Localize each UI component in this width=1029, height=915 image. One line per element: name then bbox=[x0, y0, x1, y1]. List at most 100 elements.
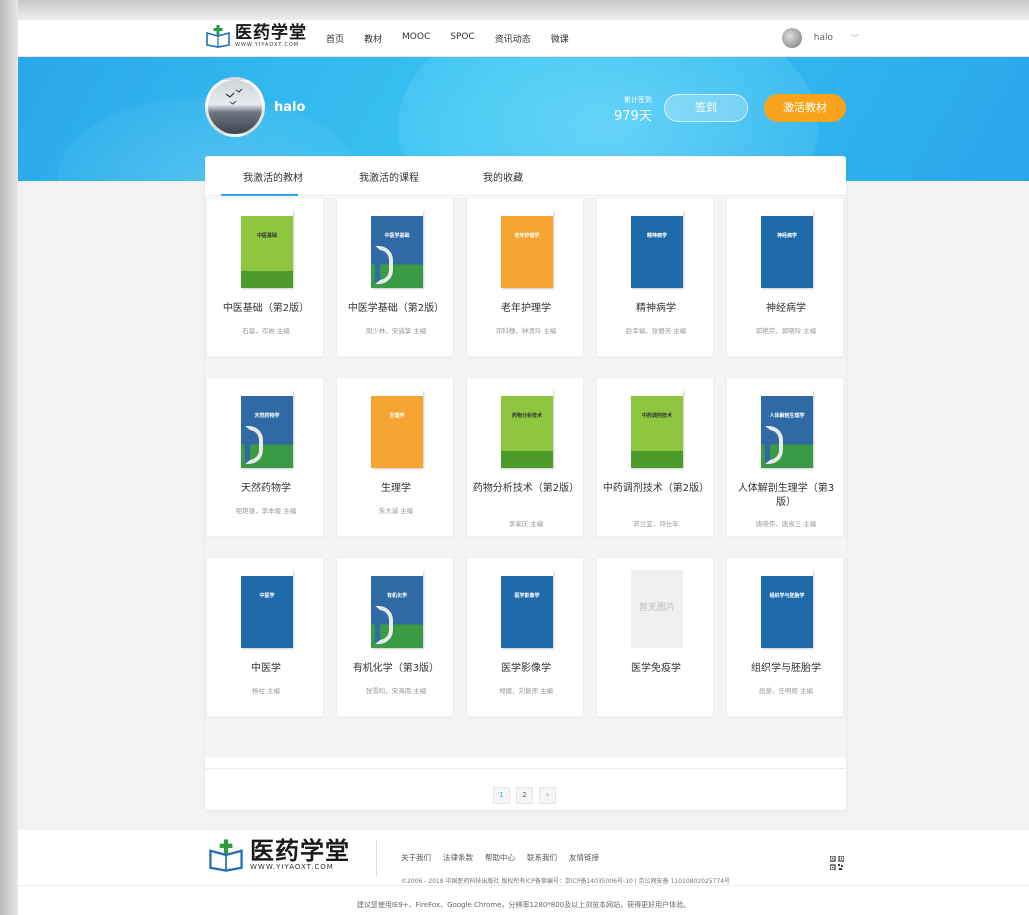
footer-logo[interactable]: 医药学堂 WWW.YIYAOXT.COM bbox=[206, 838, 350, 872]
book-author: 邓科穗，钟清玲 主编 bbox=[495, 327, 557, 335]
book-card[interactable]: 中药调剂技术 中药调剂技术（第2版） 苏兰宜，邓仕年 bbox=[596, 377, 714, 537]
footer-logo-title: 医药学堂 bbox=[250, 836, 350, 865]
book-author: 赵幸福，张丽芳 主编 bbox=[625, 327, 687, 335]
tab-bar: 我激活的教材 我激活的课程 我的收藏 bbox=[205, 156, 846, 196]
footer-link-legal[interactable]: 法律条款 bbox=[443, 852, 473, 863]
book-title: 天然药物学 bbox=[241, 483, 291, 494]
book-title: 老年护理学 bbox=[501, 303, 551, 314]
book-title: 药物分析技术（第2版） bbox=[472, 483, 580, 494]
nav-textbooks[interactable]: 教材 bbox=[364, 32, 382, 45]
book-cover: 中医学 bbox=[241, 570, 293, 648]
book-cover: 中药调剂技术 bbox=[631, 390, 683, 468]
qr-code-icon[interactable] bbox=[829, 855, 845, 871]
window-shadow-left bbox=[0, 0, 18, 915]
book-cover: 人体解剖生理学 bbox=[761, 390, 813, 468]
signin-counter: 累计签到 979天 bbox=[614, 95, 652, 124]
activate-textbook-button[interactable]: 激活教材 bbox=[764, 94, 846, 122]
pagination: 1 2 › bbox=[205, 768, 846, 810]
tab-activated-courses[interactable]: 我激活的课程 bbox=[359, 169, 419, 184]
footer-link-about[interactable]: 关于我们 bbox=[401, 852, 431, 863]
signin-days-value: 979天 bbox=[614, 109, 652, 124]
book-card[interactable]: 医学影像学 医学影像学 郑健，刘振师 主编 bbox=[466, 557, 584, 717]
window-shadow-top bbox=[0, 0, 1029, 20]
browser-tip: 建议您使用IE9+、FireFox、Google Chrome，分辨率1280*… bbox=[356, 901, 691, 909]
logo-title: 医药学堂 bbox=[235, 22, 307, 43]
book-author: 张雪昀，宋海南 主编 bbox=[365, 687, 427, 695]
footer-link-contact[interactable]: 联系我们 bbox=[527, 852, 557, 863]
book-cover: 中医基础 bbox=[241, 210, 293, 288]
tab-activated-textbooks[interactable]: 我激活的教材 bbox=[243, 169, 303, 184]
nav-microlecture[interactable]: 微课 bbox=[551, 32, 569, 45]
book-author: 杨柱 主编 bbox=[251, 687, 281, 695]
book-cover: 有机化学 bbox=[371, 570, 423, 648]
book-cover: 药物分析技术 bbox=[501, 390, 553, 468]
book-author: 祖矩雄，李本俊 主编 bbox=[235, 507, 297, 515]
book-author: 苏兰宜，邓仕年 bbox=[633, 520, 679, 528]
footer-divider bbox=[376, 840, 377, 876]
book-title: 生理学 bbox=[381, 483, 411, 494]
site-logo[interactable]: 医药学堂 WWW.YIYAOXT.COM bbox=[205, 24, 307, 48]
no-image-placeholder: 暂无图片 bbox=[631, 570, 683, 648]
book-logo-icon bbox=[205, 24, 231, 48]
book-author: 李家庆 主编 bbox=[508, 520, 544, 528]
top-navbar: 医药学堂 WWW.YIYAOXT.COM 首页 教材 MOOC SPOC 资讯动… bbox=[18, 20, 1029, 57]
copyright-text: ©2006 - 2018 中国医药科技出版社 版权所有ICP备案编号：京ICP备… bbox=[401, 878, 731, 885]
book-card[interactable]: 中医学基础 中医学基础（第2版） 周少林，宋诚挚 主编 bbox=[336, 197, 454, 357]
book-title: 中医学基础（第2版） bbox=[347, 303, 445, 314]
page-1-button[interactable]: 1 bbox=[493, 787, 510, 804]
book-card[interactable]: 组织学与胚胎学 组织学与胚胎学 段斐，任明姬 主编 bbox=[726, 557, 844, 717]
book-card[interactable]: 药物分析技术 药物分析技术（第2版） 李家庆 主编 bbox=[466, 377, 584, 537]
book-title: 医学免疫学 bbox=[631, 663, 681, 674]
book-card[interactable]: 神经病学 神经病学 郭艳芹，郭晓玲 主编 bbox=[726, 197, 844, 357]
nav-news[interactable]: 资讯动态 bbox=[495, 32, 531, 45]
main-nav: 首页 教材 MOOC SPOC 资讯动态 微课 bbox=[326, 32, 589, 45]
book-title: 有机化学（第3版） bbox=[352, 663, 440, 674]
book-cover: 神经病学 bbox=[761, 210, 813, 288]
book-title: 神经病学 bbox=[766, 303, 806, 314]
book-cover: 中医学基础 bbox=[371, 210, 423, 288]
book-card[interactable]: 人体解剖生理学 人体解剖生理学（第3版） 唐晓伟，唐省三 主编 bbox=[726, 377, 844, 537]
page-2-button[interactable]: 2 bbox=[516, 787, 533, 804]
sign-in-button[interactable]: 签到 bbox=[664, 94, 748, 122]
book-logo-icon bbox=[206, 838, 246, 872]
book-author: 朱大诚 主编 bbox=[378, 507, 414, 515]
footer-link-help[interactable]: 帮助中心 bbox=[485, 852, 515, 863]
book-card[interactable]: 有机化学 有机化学（第3版） 张雪昀，宋海南 主编 bbox=[336, 557, 454, 717]
book-title: 精神病学 bbox=[636, 303, 676, 314]
logo-url: WWW.YIYAOXT.COM bbox=[235, 41, 300, 48]
content-panel: 我激活的教材 我激活的课程 我的收藏 中医基础 中医基础（第2版） 石磊，邓岩 … bbox=[205, 156, 846, 810]
footer-links: 关于我们 法律条款 帮助中心 联系我们 友情链接 bbox=[401, 852, 611, 863]
book-card[interactable]: 精神病学 精神病学 赵幸福，张丽芳 主编 bbox=[596, 197, 714, 357]
book-title: 中药调剂技术（第2版） bbox=[602, 483, 710, 494]
footer-link-friends[interactable]: 友情链接 bbox=[569, 852, 599, 863]
tab-favorites[interactable]: 我的收藏 bbox=[483, 169, 523, 184]
next-page-button[interactable]: › bbox=[539, 787, 556, 804]
book-author: 郑健，刘振师 主编 bbox=[498, 687, 554, 695]
profile-avatar[interactable] bbox=[205, 77, 265, 137]
book-cover: 天然药物学 bbox=[241, 390, 293, 468]
book-cover: 组织学与胚胎学 bbox=[761, 570, 813, 648]
book-card[interactable]: 老年护理学 老年护理学 邓科穗，钟清玲 主编 bbox=[466, 197, 584, 357]
book-author: 段斐，任明姬 主编 bbox=[758, 687, 814, 695]
nav-spoc[interactable]: SPOC bbox=[450, 32, 475, 45]
textbook-grid: 中医基础 中医基础（第2版） 石磊，邓岩 主编 中医学基础 中医学基础（第2版）… bbox=[205, 197, 846, 757]
book-card[interactable]: 中医基础 中医基础（第2版） 石磊，邓岩 主编 bbox=[206, 197, 324, 357]
user-name[interactable]: halo bbox=[814, 33, 833, 43]
book-title: 中医基础（第2版） bbox=[222, 303, 310, 314]
book-card[interactable]: 生理学 生理学 朱大诚 主编 bbox=[336, 377, 454, 537]
book-title: 人体解剖生理学（第3版） bbox=[737, 483, 835, 508]
book-cover: 精神病学 bbox=[631, 210, 683, 288]
book-card[interactable]: 中医学 中医学 杨柱 主编 bbox=[206, 557, 324, 717]
signin-label: 累计签到 bbox=[623, 96, 652, 104]
book-card[interactable]: 天然药物学 天然药物学 祖矩雄，李本俊 主编 bbox=[206, 377, 324, 537]
nav-home[interactable]: 首页 bbox=[326, 32, 344, 45]
user-menu[interactable]: halo ﹀ bbox=[781, 28, 859, 48]
book-title: 组织学与胚胎学 bbox=[751, 663, 821, 674]
book-author: 郭艳芹，郭晓玲 主编 bbox=[755, 327, 817, 335]
book-card[interactable]: 暂无图片 医学免疫学 bbox=[596, 557, 714, 717]
book-author: 唐晓伟，唐省三 主编 bbox=[755, 520, 817, 528]
book-title: 医学影像学 bbox=[501, 663, 551, 674]
avatar[interactable] bbox=[781, 28, 802, 48]
chevron-down-icon[interactable]: ﹀ bbox=[851, 33, 859, 44]
nav-mooc[interactable]: MOOC bbox=[402, 32, 430, 45]
